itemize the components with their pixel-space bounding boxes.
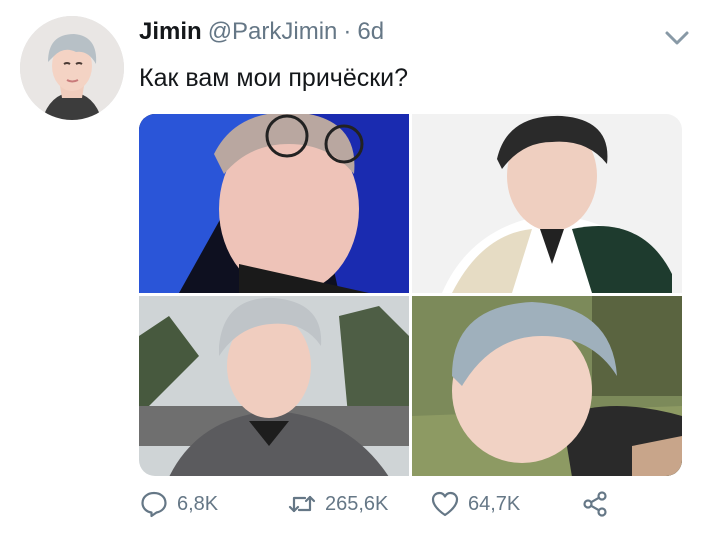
share-icon xyxy=(583,491,607,517)
tweet-actions: 6,8K 265,6K 64,7K xyxy=(139,484,610,524)
media-photo-3[interactable] xyxy=(139,296,409,476)
media-photo-1[interactable] xyxy=(139,114,409,293)
tweet-menu-button[interactable] xyxy=(660,26,694,50)
heart-icon xyxy=(431,491,459,517)
tweet-text: Как вам мои причёски? xyxy=(139,64,409,92)
tweet-timestamp[interactable]: 6d xyxy=(357,18,384,46)
media-photo-4[interactable] xyxy=(412,296,682,476)
chevron-down-icon xyxy=(665,31,689,45)
photo-outdoor-selfie xyxy=(139,296,409,476)
avatar-photo xyxy=(20,16,124,120)
media-grid xyxy=(139,114,682,476)
like-button[interactable]: 64,7K xyxy=(430,489,580,519)
photo-stage-concert xyxy=(139,114,409,293)
retweet-icon xyxy=(288,495,316,513)
retweet-button[interactable]: 265,6K xyxy=(287,489,430,519)
author-name[interactable]: Jimin xyxy=(139,18,202,46)
avatar[interactable] xyxy=(20,16,124,120)
separator-dot: · xyxy=(343,18,352,45)
reply-icon xyxy=(141,491,167,518)
media-photo-2[interactable] xyxy=(412,114,682,293)
photo-studio-portrait xyxy=(412,114,682,293)
retweet-count: 265,6K xyxy=(325,492,389,515)
reply-count: 6,8K xyxy=(177,492,219,515)
photo-grass-selfie xyxy=(412,296,682,476)
tweet-header: Jimin @ParkJimin · 6d xyxy=(139,18,384,54)
share-button[interactable] xyxy=(580,489,610,519)
reply-button[interactable]: 6,8K xyxy=(139,489,287,519)
author-handle[interactable]: @ParkJimin xyxy=(208,18,338,46)
like-count: 64,7K xyxy=(468,492,521,515)
